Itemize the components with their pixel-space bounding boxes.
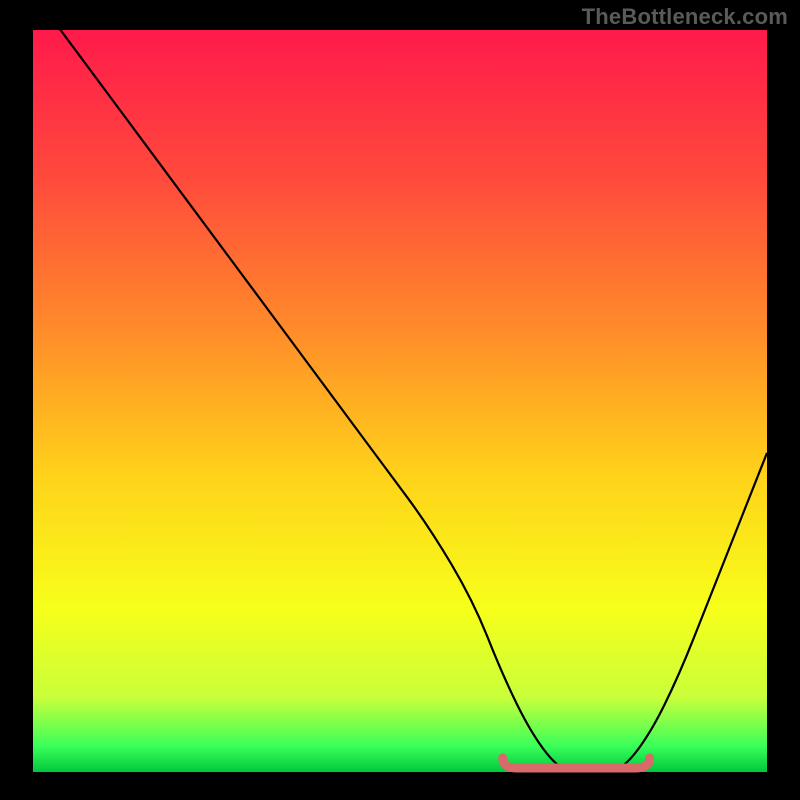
chart-stage: TheBottleneck.com <box>0 0 800 800</box>
bottleneck-chart <box>0 0 800 800</box>
watermark-text: TheBottleneck.com <box>582 4 788 30</box>
